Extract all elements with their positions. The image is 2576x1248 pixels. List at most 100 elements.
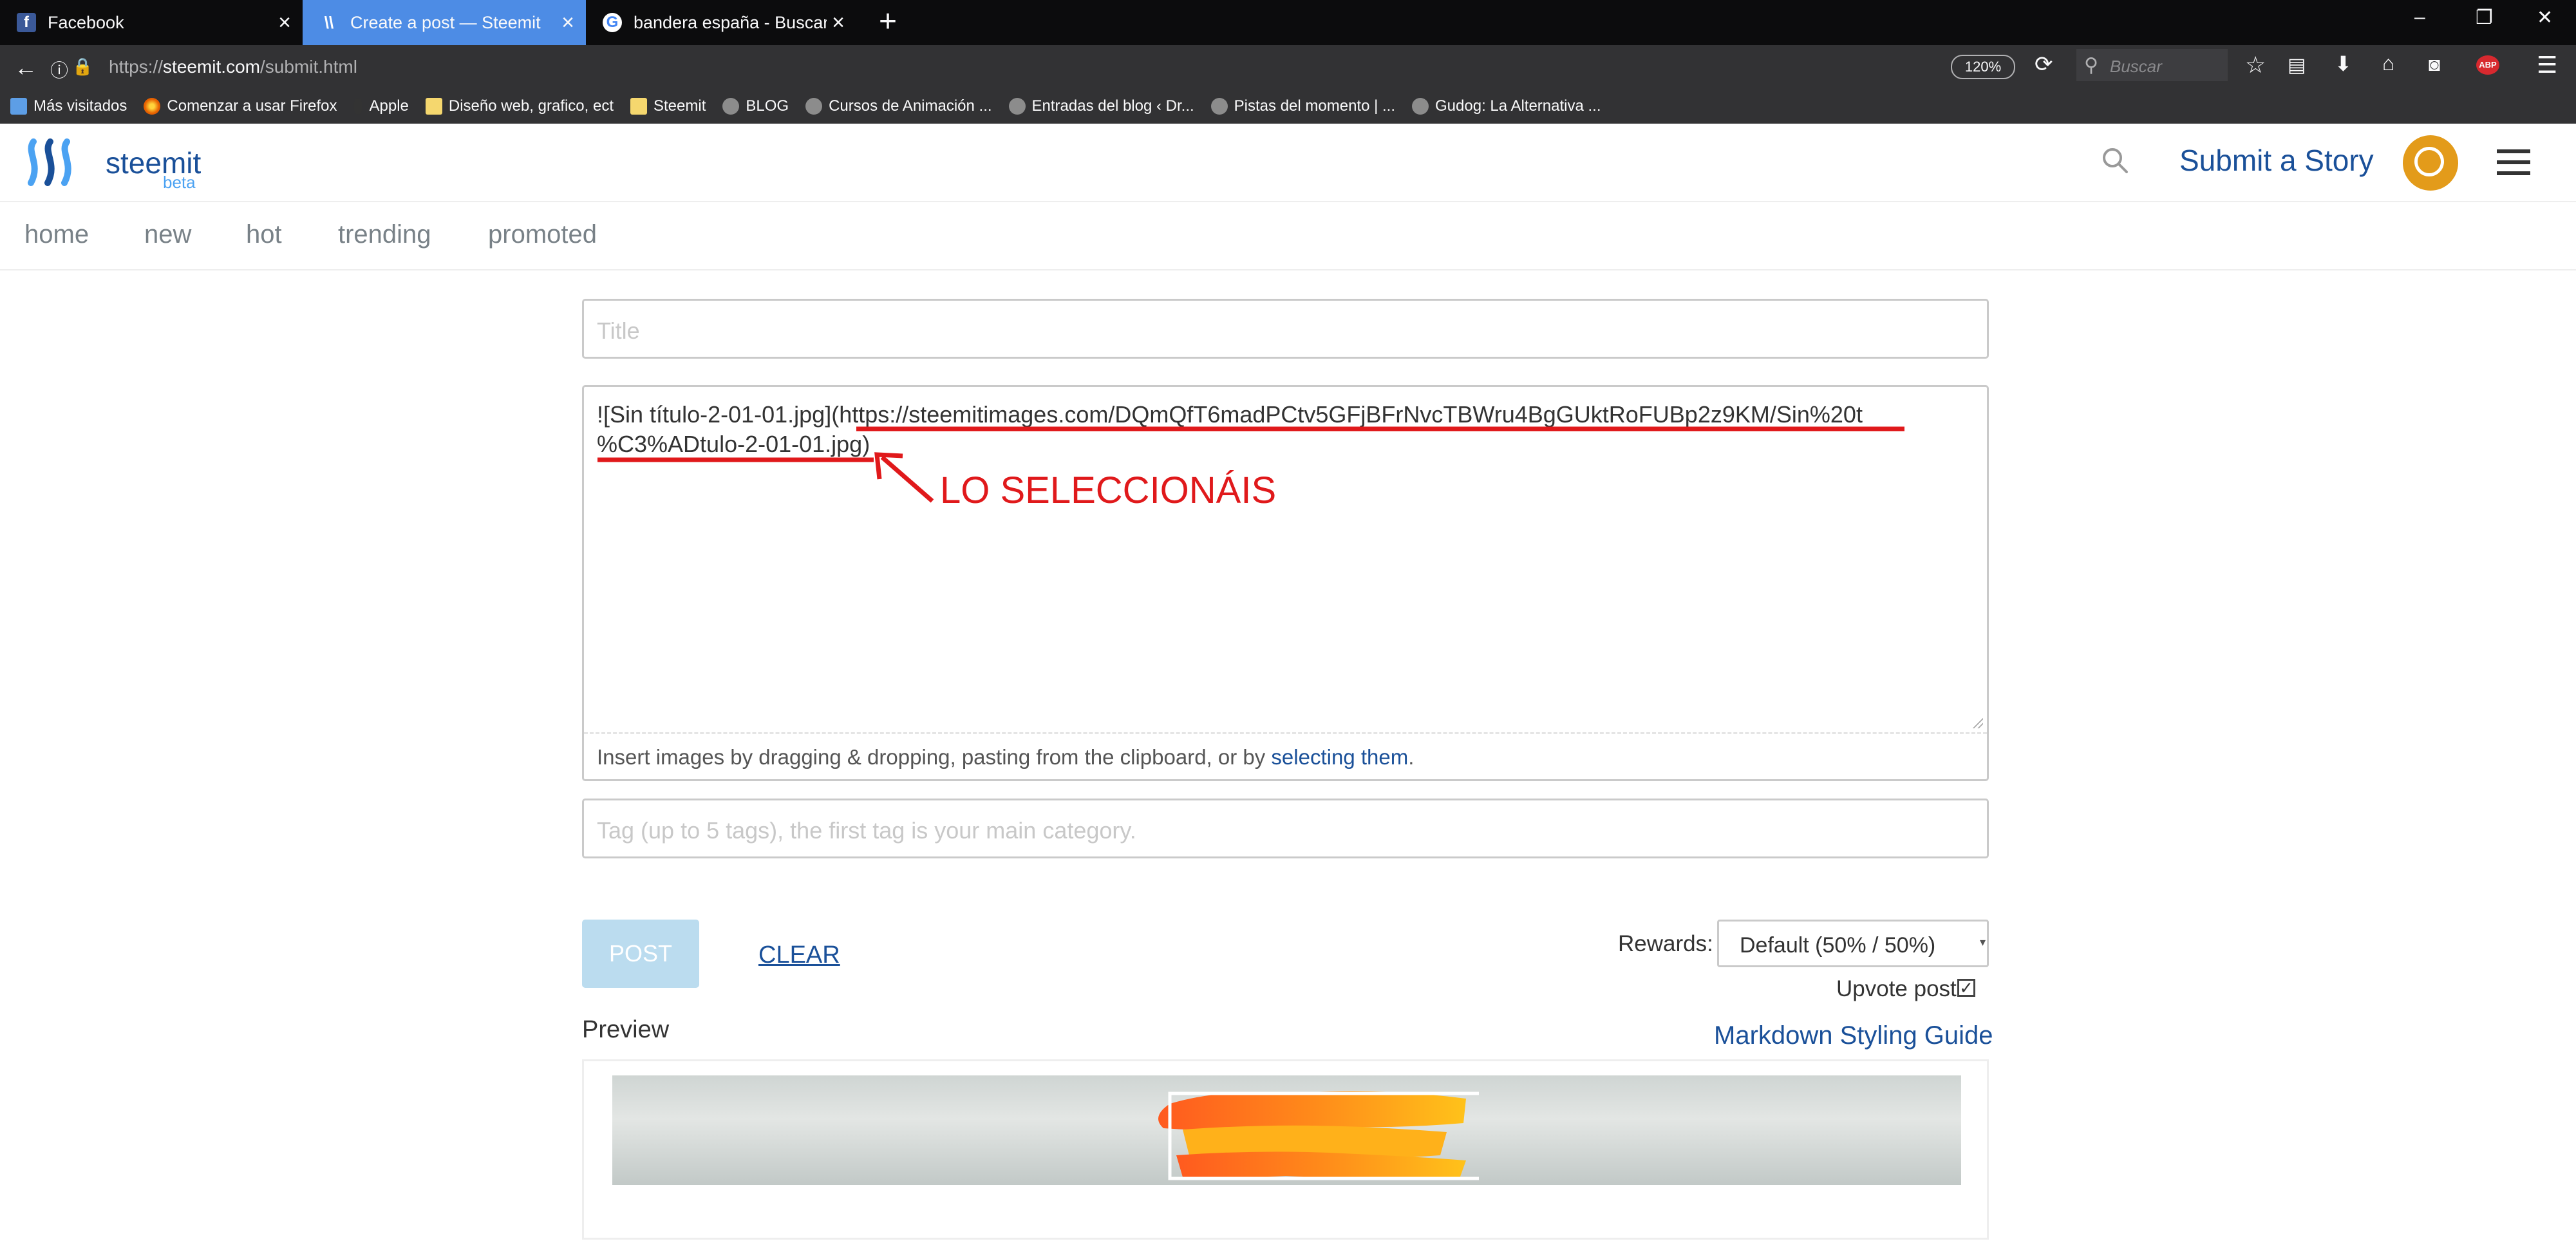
back-arrow-icon[interactable]: ← (14, 54, 37, 81)
browser-tab-bar: f Facebook × \\ Create a post — Steemit … (0, 0, 2576, 45)
body-line-1: ![Sin título-2-01-01.jpg](https://steemi… (597, 401, 1863, 428)
adblock-icon[interactable]: ABP (2476, 55, 2499, 75)
reload-icon[interactable]: ⟳ (2035, 52, 2053, 77)
close-tab-icon[interactable]: × (278, 12, 291, 33)
chevron-down-icon: ▾ (1979, 936, 1986, 949)
body-markdown-text[interactable]: ![Sin título-2-01-01.jpg](https://steemi… (597, 400, 1949, 459)
url-bar[interactable]: https://steemit.com/submit.html (93, 49, 2031, 85)
upvote-post-label: Upvote post (1836, 976, 1957, 1001)
bookmark-label: Steemit (653, 97, 706, 115)
bookmark-cursos-animacion[interactable]: Cursos de Animación ... (805, 97, 992, 115)
search-placeholder: Buscar (2110, 57, 2162, 76)
reader-list-icon[interactable]: ▤ (2288, 54, 2306, 77)
apple-icon (353, 98, 363, 115)
close-tab-icon[interactable]: × (561, 12, 574, 33)
tab-create-post[interactable]: \\ Create a post — Steemit × (303, 0, 586, 45)
bookmark-label: Más visitados (33, 97, 127, 115)
avatar-emblem-icon (2414, 147, 2444, 176)
subnav: home new hot trending promoted (0, 202, 2576, 270)
bookmarks-folder-icon (10, 98, 27, 115)
subnav-trending[interactable]: trending (338, 220, 431, 249)
globe-icon (1008, 98, 1026, 115)
subnav-new[interactable]: new (144, 220, 191, 249)
bookmark-label: Entradas del blog ‹ Dr... (1031, 97, 1194, 115)
resize-handle-icon[interactable] (1971, 717, 1983, 728)
bookmark-mas-visitados[interactable]: Más visitados (10, 97, 127, 115)
subnav-hot[interactable]: hot (246, 220, 282, 249)
menu-icon[interactable]: ☰ (2537, 52, 2557, 79)
user-avatar[interactable] (2403, 135, 2458, 191)
url-text: https://steemit.com/submit.html (109, 57, 357, 77)
markdown-guide-link[interactable]: Markdown Styling Guide (1714, 1021, 1993, 1050)
tab-title: Facebook (48, 12, 124, 32)
bookmark-diseno-web[interactable]: Diseño web, grafico, ect (425, 97, 614, 115)
dropzone-text: Insert images by dragging & dropping, pa… (597, 745, 1272, 769)
search-icon: ⚲ (2084, 55, 2098, 76)
bookmark-label: Comenzar a usar Firefox (167, 97, 337, 115)
rewards-select[interactable]: Default (50% / 50%) ▾ (1717, 920, 1989, 967)
tab-title: Create a post — Steemit (350, 12, 541, 32)
tab-google-search[interactable]: G bandera españa - Buscar co × (586, 0, 856, 45)
bookmark-entradas-blog[interactable]: Entradas del blog ‹ Dr... (1008, 97, 1194, 115)
url-scheme: https:// (109, 57, 164, 77)
browser-search-box[interactable]: ⚲ Buscar (2076, 49, 2228, 81)
close-tab-icon[interactable]: × (832, 12, 845, 33)
pocket-icon[interactable]: ◙ (2429, 54, 2440, 76)
hamburger-menu-icon[interactable] (2497, 149, 2530, 182)
title-input[interactable]: Title (582, 299, 1989, 359)
home-icon[interactable]: ⌂ (2382, 52, 2394, 75)
title-placeholder: Title (597, 317, 640, 344)
tab-title: bandera españa - Buscar co (634, 12, 827, 32)
brand-beta-label: beta (163, 173, 196, 192)
bookmark-label: Apple (369, 97, 409, 115)
subnav-home[interactable]: home (24, 220, 89, 249)
search-icon[interactable] (2100, 146, 2130, 175)
zoom-level-badge[interactable]: 120% (1951, 55, 2015, 79)
close-window-button[interactable]: ✕ (2537, 6, 2553, 29)
flag-brush-image (1158, 1091, 1479, 1180)
download-icon[interactable]: ⬇ (2335, 52, 2352, 76)
bookmark-label: BLOG (746, 97, 789, 115)
bookmark-apple[interactable]: Apple (353, 97, 409, 115)
bookmark-label: Pistas del momento | ... (1234, 97, 1396, 115)
bookmark-blog[interactable]: BLOG (722, 97, 789, 115)
upvote-post-checkbox[interactable]: ✓ (1957, 979, 1975, 997)
globe-icon (1210, 98, 1228, 115)
bookmark-firefox[interactable]: Comenzar a usar Firefox (144, 97, 337, 115)
select-images-link[interactable]: selecting them (1271, 745, 1408, 769)
bookmark-steemit[interactable]: Steemit (630, 97, 706, 115)
tags-placeholder: Tag (up to 5 tags), the first tag is you… (597, 817, 1136, 844)
bookmark-label: Diseño web, grafico, ect (448, 97, 614, 115)
globe-icon (805, 98, 823, 115)
globe-icon (1412, 98, 1429, 115)
rewards-label: Rewards: (1618, 931, 1713, 956)
dropzone-divider (584, 732, 1987, 734)
new-tab-button[interactable]: + (879, 5, 897, 39)
subnav-promoted[interactable]: promoted (488, 220, 597, 249)
bookmark-label: Gudog: La Alternativa ... (1435, 97, 1601, 115)
tab-facebook[interactable]: f Facebook × (0, 0, 303, 45)
preview-image (612, 1075, 1961, 1185)
submit-story-link[interactable]: Submit a Story (2179, 143, 2374, 178)
lock-icon: 🔒 (72, 57, 93, 76)
restore-button[interactable]: ❐ (2476, 6, 2493, 29)
folder-icon (630, 98, 647, 115)
body-textarea[interactable]: ![Sin título-2-01-01.jpg](https://steemi… (582, 385, 1989, 781)
steemit-icon: \\ (324, 12, 334, 32)
google-icon: G (603, 13, 622, 32)
clear-button[interactable]: CLEAR (758, 941, 840, 969)
minimize-button[interactable]: – (2414, 6, 2425, 28)
tags-input[interactable]: Tag (up to 5 tags), the first tag is you… (582, 799, 1989, 858)
body-line-2: %C3%ADtulo-2-01-01.jpg) (597, 431, 870, 457)
steemit-logo-icon[interactable] (24, 138, 86, 187)
globe-icon (722, 98, 740, 115)
facebook-icon: f (17, 13, 36, 32)
bookmark-gudog[interactable]: Gudog: La Alternativa ... (1412, 97, 1601, 115)
url-path: /submit.html (259, 57, 357, 77)
bookmark-star-icon[interactable]: ☆ (2245, 52, 2266, 79)
post-button[interactable]: POST (582, 920, 699, 988)
bookmark-pistas-momento[interactable]: Pistas del momento | ... (1210, 97, 1396, 115)
dropzone-end: . (1408, 745, 1415, 769)
site-info-icon[interactable]: ⓘ (50, 57, 68, 82)
firefox-icon (144, 98, 161, 115)
